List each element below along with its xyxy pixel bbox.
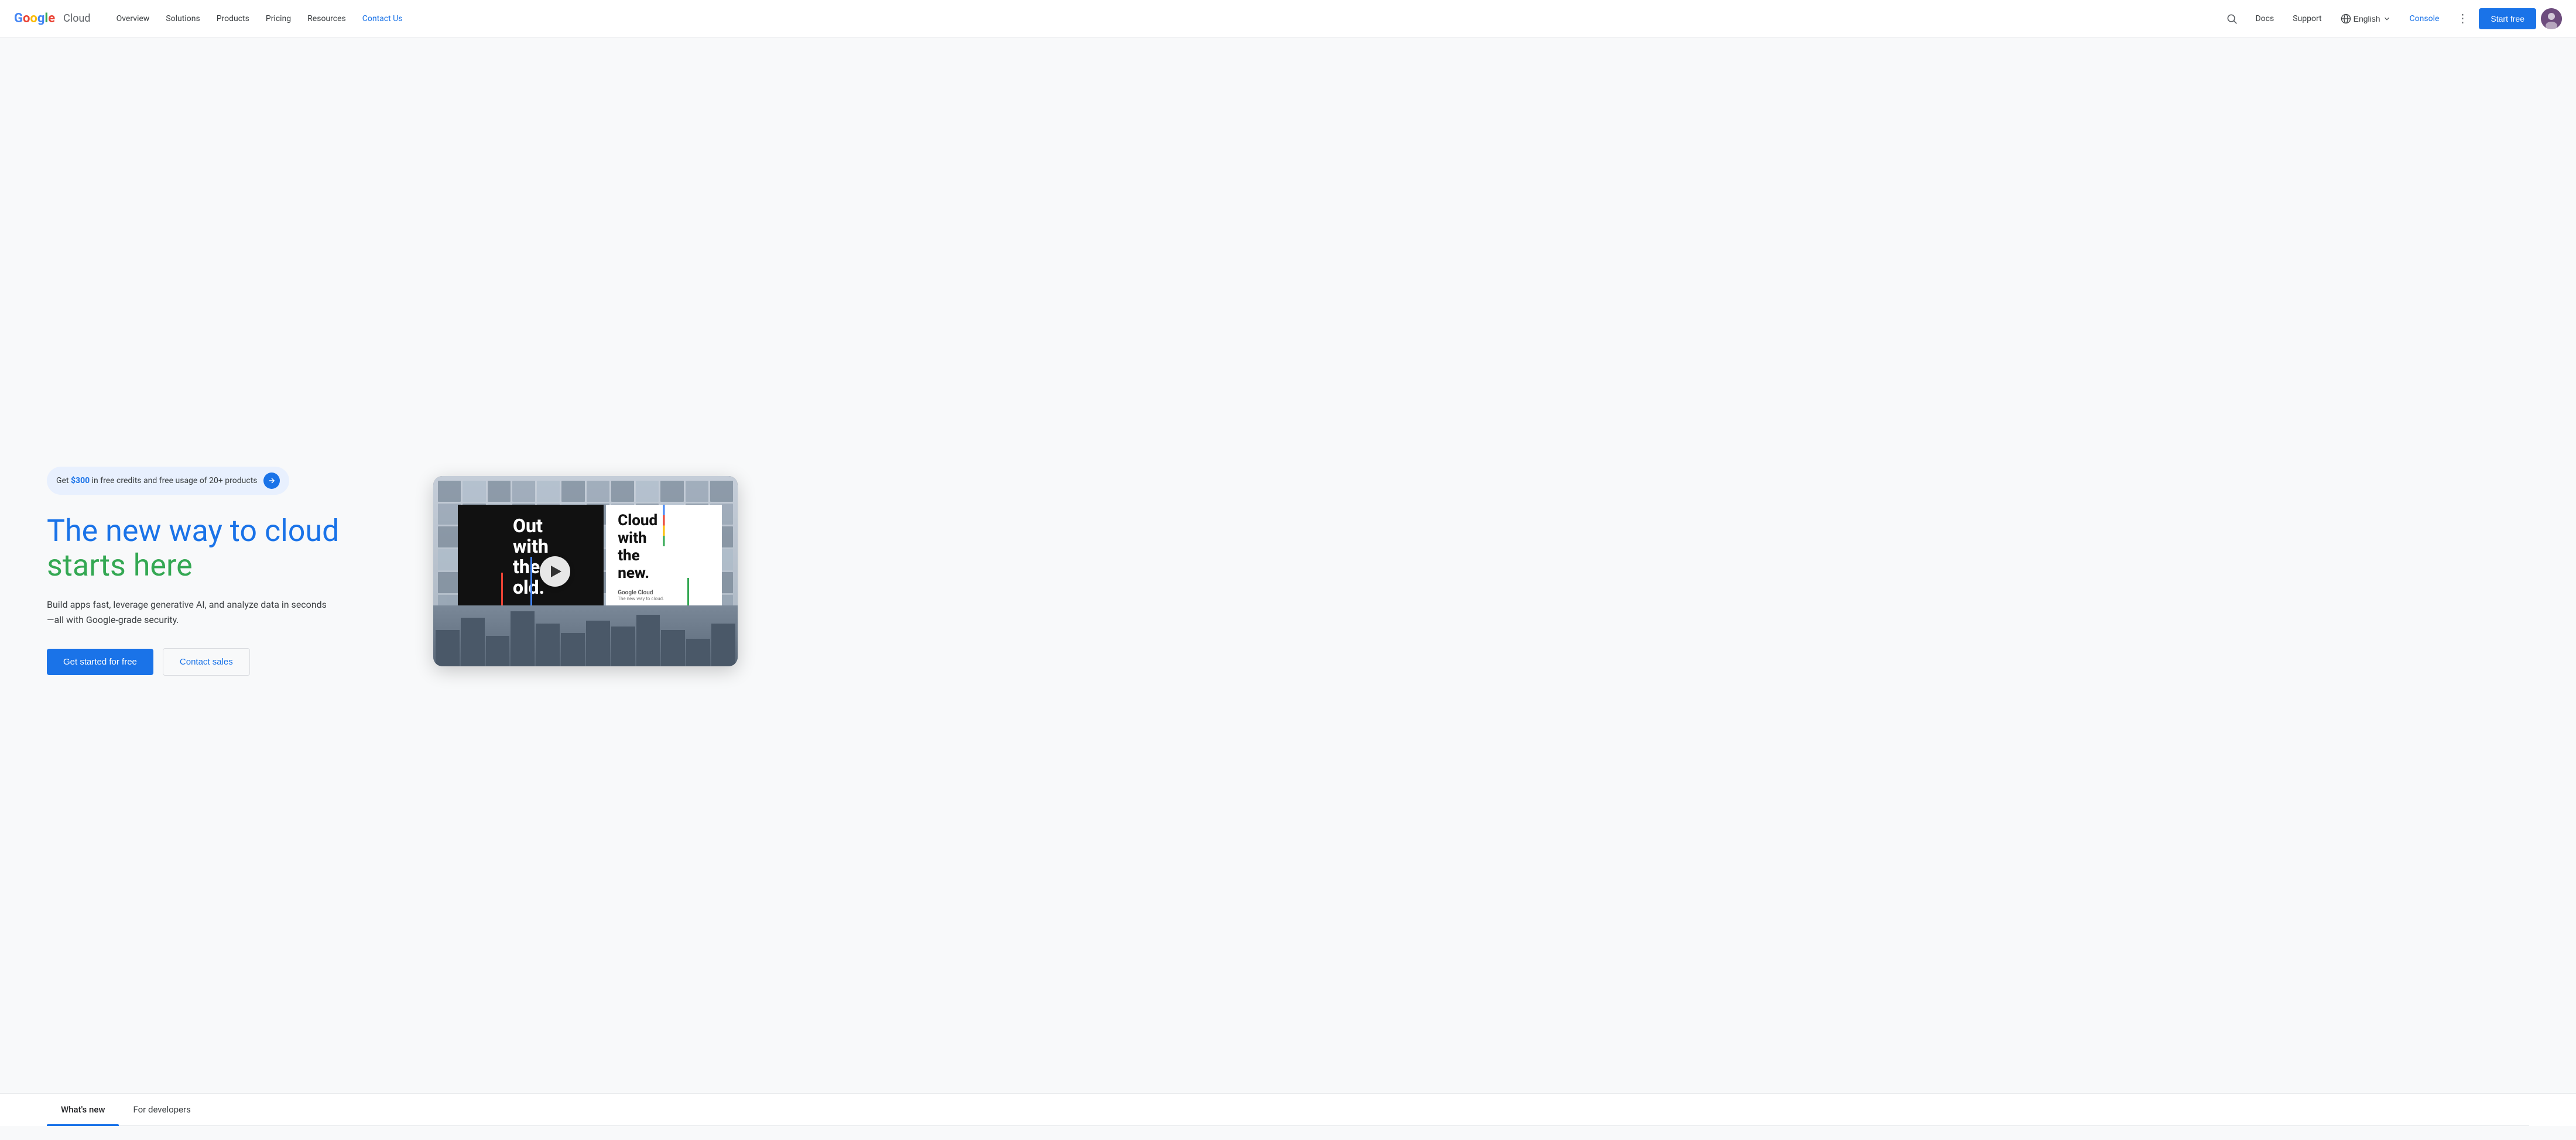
globe-icon <box>2341 13 2351 24</box>
nav-resources[interactable]: Resources <box>300 9 353 28</box>
support-link[interactable]: Support <box>2286 9 2328 28</box>
hero-title: The new way to cloud starts here <box>47 513 398 584</box>
city-building-4 <box>511 611 535 666</box>
play-icon <box>551 566 561 577</box>
nav-links: Overview Solutions Products Pricing Reso… <box>109 9 2221 28</box>
billboard-right-text: Cloudwiththenew. <box>618 512 657 583</box>
billboards: Outwiththeold. Cloudwiththenew. Google C… <box>433 505 738 610</box>
search-button[interactable] <box>2220 7 2243 30</box>
city-building-2 <box>461 618 485 666</box>
billboard-left: Outwiththeold. <box>458 505 604 610</box>
hero-section: Get $300 in free credits and free usage … <box>0 37 2576 1093</box>
navbar: G o o g l e Cloud Overview Solutions Pro… <box>0 0 2576 37</box>
nav-overview[interactable]: Overview <box>109 9 157 28</box>
city-building-9 <box>636 615 660 666</box>
promo-banner[interactable]: Get $300 in free credits and free usage … <box>47 467 289 495</box>
nav-pricing[interactable]: Pricing <box>259 9 298 28</box>
google-logo: G o o g l e <box>14 11 55 26</box>
cityscape <box>433 605 738 666</box>
nav-products[interactable]: Products <box>210 9 256 28</box>
tabs-section: What's new For developers <box>0 1093 2576 1126</box>
blue-stripe <box>530 557 532 609</box>
google-cloud-logo[interactable]: G o o g l e Cloud <box>14 11 91 26</box>
nav-right: Docs Support English Console ⋮ Start fre… <box>2220 7 2562 30</box>
console-link[interactable]: Console <box>2403 9 2447 28</box>
brand-name: Google Cloud <box>618 590 664 596</box>
promo-arrow-icon <box>263 473 280 489</box>
promo-suffix: in free credits and free usage of 20+ pr… <box>90 476 257 485</box>
contact-sales-button[interactable]: Contact sales <box>163 648 250 676</box>
play-button[interactable] <box>540 556 570 587</box>
city-building-5 <box>536 624 560 666</box>
nav-solutions[interactable]: Solutions <box>159 9 207 28</box>
billboard-right: Cloudwiththenew. Google Cloud The new wa… <box>606 505 722 610</box>
city-building-11 <box>686 639 710 666</box>
video-player[interactable]: Outwiththeold. Cloudwiththenew. Google C… <box>433 476 738 666</box>
tabs-nav: What's new For developers <box>47 1094 2529 1126</box>
city-building-3 <box>486 636 510 666</box>
cloud-text: Cloud <box>63 12 90 25</box>
hero-subtitle: Build apps fast, leverage generative AI,… <box>47 597 328 627</box>
promo-amount: $300 <box>71 476 90 485</box>
red-stripe <box>501 573 503 610</box>
city-building-6 <box>561 633 585 666</box>
billboard-footer: Google Cloud The new way to cloud. <box>618 590 664 601</box>
city-building-12 <box>711 624 735 666</box>
city-building-1 <box>436 630 460 666</box>
get-started-button[interactable]: Get started for free <box>47 649 153 675</box>
tagline: The new way to cloud. <box>618 596 664 601</box>
tab-for-developers[interactable]: For developers <box>119 1094 204 1125</box>
nav-contact-us[interactable]: Contact Us <box>355 9 410 28</box>
start-free-button[interactable]: Start free <box>2479 8 2536 29</box>
more-options-button[interactable]: ⋮ <box>2451 7 2474 30</box>
hero-buttons: Get started for free Contact sales <box>47 648 398 676</box>
chevron-down-icon <box>2383 15 2391 23</box>
tab-whats-new[interactable]: What's new <box>47 1094 119 1125</box>
search-icon <box>2226 13 2238 25</box>
avatar-icon <box>2541 8 2562 29</box>
hero-title-line2: starts here <box>47 547 193 583</box>
city-building-8 <box>611 627 635 666</box>
promo-text: Get $300 in free credits and free usage … <box>56 476 258 485</box>
language-selector[interactable]: English <box>2334 9 2398 29</box>
city-building-10 <box>661 630 685 666</box>
language-label: English <box>2354 14 2380 23</box>
avatar[interactable] <box>2541 8 2562 29</box>
green-stripe <box>687 578 689 610</box>
docs-link[interactable]: Docs <box>2248 9 2281 28</box>
hero-title-line1: The new way to cloud <box>47 513 339 549</box>
promo-prefix: Get <box>56 476 71 485</box>
city-building-7 <box>586 621 610 666</box>
hero-video-container: Outwiththeold. Cloudwiththenew. Google C… <box>433 476 738 666</box>
google-stripe-icon <box>663 505 664 547</box>
hero-left: Get $300 in free credits and free usage … <box>47 467 398 676</box>
billboard-scene: Outwiththeold. Cloudwiththenew. Google C… <box>433 476 738 666</box>
